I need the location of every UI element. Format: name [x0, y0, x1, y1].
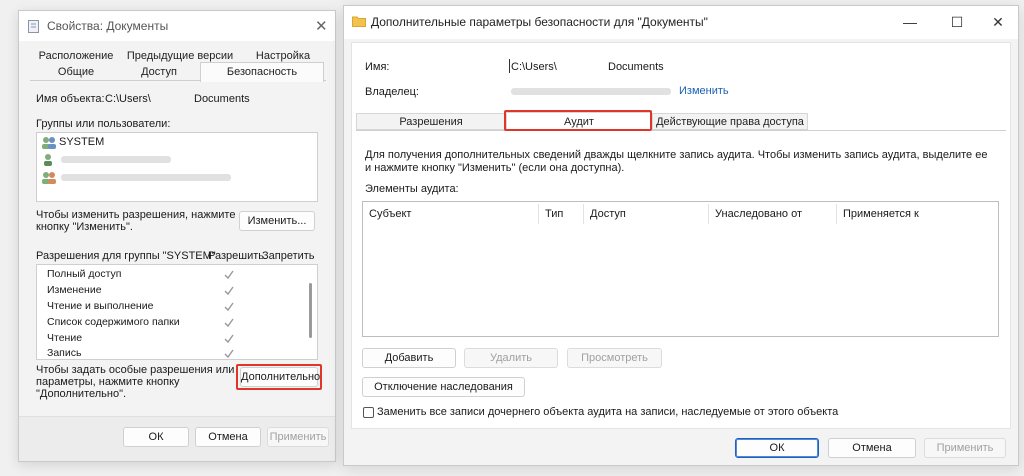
- properties-window: Свойства: Документы ✕ Расположение Преды…: [18, 10, 336, 462]
- audit-info-text: Для получения дополнительных сведений дв…: [365, 149, 988, 174]
- column-access[interactable]: Доступ: [590, 208, 626, 220]
- perm-list-folder: Список содержимого папки: [47, 316, 180, 328]
- apply-button[interactable]: Применить: [924, 438, 1006, 458]
- replace-entries-label[interactable]: Заменить все записи дочернего объекта ау…: [377, 406, 838, 418]
- redacted-group: [61, 174, 231, 181]
- user-icon: [41, 153, 57, 167]
- column-type[interactable]: Тип: [545, 208, 563, 220]
- perm-full-control: Полный доступ: [47, 268, 122, 280]
- groups-label: Группы или пользователи:: [36, 118, 171, 130]
- perm-modify: Изменение: [47, 284, 102, 296]
- properties-titlebar: Свойства: Документы ✕: [19, 11, 335, 41]
- check-icon: [224, 334, 234, 344]
- name-suffix[interactable]: Documents: [608, 61, 664, 73]
- ok-button[interactable]: ОК: [123, 427, 189, 447]
- redacted-owner: [511, 88, 671, 95]
- close-icon[interactable]: ✕: [978, 12, 1018, 32]
- column-inherited-from[interactable]: Унаследовано от: [715, 208, 802, 220]
- object-name-prefix: C:\Users\: [105, 93, 151, 105]
- view-button[interactable]: Просмотреть: [567, 348, 662, 368]
- replace-entries-checkbox[interactable]: [363, 407, 374, 418]
- perm-write: Запись: [47, 347, 82, 359]
- object-name-suffix: Documents: [194, 93, 250, 105]
- delete-button[interactable]: Удалить: [464, 348, 558, 368]
- document-icon: [28, 20, 39, 33]
- column-subject[interactable]: Субъект: [369, 208, 411, 220]
- highlight-outline: [236, 364, 322, 390]
- owner-label: Владелец:: [365, 86, 419, 98]
- column-separator: [583, 204, 584, 224]
- audit-items-label: Элементы аудита:: [365, 183, 459, 195]
- tab-sharing[interactable]: Доступ: [120, 64, 198, 80]
- maximize-icon[interactable]: ☐: [937, 12, 977, 32]
- check-icon: [224, 318, 234, 328]
- check-icon: [224, 302, 234, 312]
- name-prefix[interactable]: C:\Users\: [511, 61, 557, 73]
- permissions-scrollbar[interactable]: [309, 283, 312, 338]
- column-applies-to[interactable]: Применяется к: [843, 208, 919, 220]
- cancel-button[interactable]: Отмена: [828, 438, 916, 458]
- close-icon[interactable]: ✕: [315, 17, 328, 35]
- user-system[interactable]: SYSTEM: [59, 136, 104, 148]
- cancel-button[interactable]: Отмена: [195, 427, 261, 447]
- tab-security[interactable]: Безопасность: [200, 64, 324, 80]
- perm-read: Чтение: [47, 332, 83, 344]
- apply-button[interactable]: Применить: [267, 427, 329, 447]
- tab-general[interactable]: Общие: [32, 64, 120, 80]
- allow-header: Разрешить: [208, 250, 264, 262]
- ok-button[interactable]: ОК: [735, 438, 819, 458]
- minimize-icon[interactable]: —: [890, 12, 930, 32]
- highlight-outline: [504, 110, 652, 131]
- advanced-title: Дополнительные параметры безопасности дл…: [371, 15, 708, 29]
- change-button[interactable]: Изменить...: [239, 211, 315, 231]
- column-separator: [538, 204, 539, 224]
- tab-permissions[interactable]: Разрешения: [356, 114, 506, 130]
- text-cursor: [509, 59, 510, 73]
- column-separator: [708, 204, 709, 224]
- tab-location[interactable]: Расположение: [32, 48, 120, 64]
- user-group-icon: [41, 136, 57, 150]
- check-icon: [224, 286, 234, 296]
- advanced-security-window: Дополнительные параметры безопасности дл…: [343, 5, 1019, 466]
- advanced-titlebar: Дополнительные параметры безопасности дл…: [344, 6, 1018, 39]
- users-list[interactable]: SYSTEM: [36, 132, 318, 202]
- change-hint: Чтобы изменить разрешения, нажмите кнопк…: [36, 209, 236, 233]
- add-button[interactable]: Добавить: [362, 348, 456, 368]
- special-hint: Чтобы задать особые разрешения или парам…: [36, 364, 235, 400]
- owner-change-link[interactable]: Изменить: [679, 85, 729, 97]
- tab-baseline: [356, 130, 1006, 131]
- perm-read-execute: Чтение и выполнение: [47, 300, 154, 312]
- properties-title: Свойства: Документы: [47, 19, 169, 33]
- permissions-list: Полный доступ Изменение Чтение и выполне…: [36, 264, 318, 360]
- permissions-header: Разрешения для группы "SYSTEM": [36, 250, 216, 262]
- check-icon: [224, 270, 234, 280]
- tab-effective-access[interactable]: Действующие права доступа: [652, 114, 808, 130]
- object-name-label: Имя объекта:: [36, 93, 105, 105]
- audit-table[interactable]: Субъект Тип Доступ Унаследовано от Приме…: [362, 201, 999, 337]
- deny-header: Запретить: [262, 250, 315, 262]
- check-icon: [224, 349, 234, 359]
- column-separator: [836, 204, 837, 224]
- user-group-icon: [41, 171, 57, 185]
- redacted-user: [61, 156, 171, 163]
- disable-inheritance-button[interactable]: Отключение наследования: [362, 377, 525, 397]
- name-label: Имя:: [365, 61, 390, 73]
- folder-icon: [352, 16, 366, 27]
